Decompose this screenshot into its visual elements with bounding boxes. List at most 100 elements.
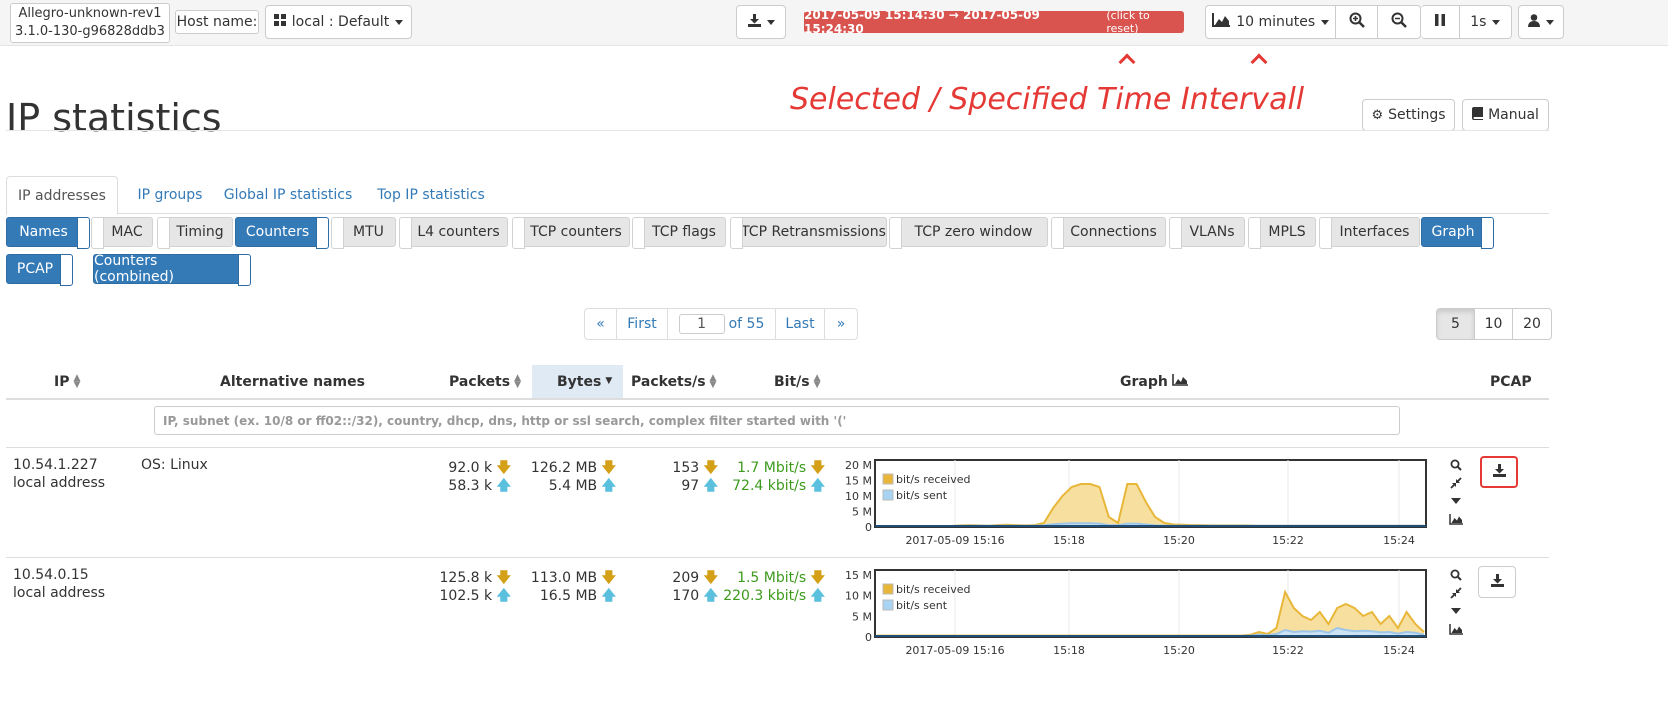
interval-select[interactable]: 10 minutes [1206, 6, 1337, 38]
area-chart-icon[interactable] [1448, 620, 1464, 638]
column-header-alt-names: Alternative names [220, 365, 365, 398]
device-info[interactable]: Allegro-unknown-rev1 3.1.0-130-g96828ddb… [10, 3, 170, 43]
ip-link[interactable]: 10.54.0.15 [13, 567, 89, 583]
sort-icon: ▲ ▼ [813, 372, 821, 390]
caret-down-icon[interactable] [1448, 602, 1464, 620]
header-divider [6, 398, 1549, 400]
arrow-up-icon: 🡅 [496, 588, 511, 604]
ip-filter-input[interactable]: IP, subnet (ex. 10/8 or ff02::/32), coun… [154, 406, 1400, 435]
ip-link[interactable]: 10.54.1.227 [13, 457, 98, 473]
toggle-timing[interactable]: Timing [157, 217, 233, 249]
toggle-vlans[interactable]: VLANs [1169, 217, 1245, 249]
toggle-interfaces[interactable]: Interfaces [1319, 217, 1420, 249]
caret-down-icon[interactable] [1448, 492, 1464, 510]
manual-label: Manual [1488, 107, 1539, 123]
toggle-pcap[interactable]: PCAP [6, 254, 73, 286]
user-menu-button[interactable] [1518, 5, 1564, 39]
area-chart-icon[interactable] [1448, 510, 1464, 528]
pcap-download-button[interactable] [1478, 566, 1516, 598]
arrow-down-icon: 🡇 [810, 460, 825, 476]
ip-subtitle-link[interactable]: local address [13, 585, 105, 601]
toggle-connections[interactable]: Connections [1051, 217, 1166, 249]
download-menu-button[interactable] [736, 5, 786, 39]
book-icon [1472, 106, 1484, 124]
sort-icon: ▲ ▼ [514, 372, 522, 390]
compress-icon[interactable] [1448, 584, 1464, 602]
interval-group: 10 minutes [1205, 5, 1421, 39]
pagination-prev[interactable]: « [585, 309, 617, 339]
legend-label-sent: bit/s sent [896, 489, 948, 502]
toggle-tcp-flags[interactable]: TCP flags [632, 217, 726, 249]
column-header-ip[interactable]: IP ▲ ▼ [54, 365, 80, 398]
column-header-packets-per-sec[interactable]: Packets/s ▲ ▼ [631, 365, 717, 398]
chart-y-tick-label: 10 M [845, 490, 872, 503]
zoom-in-icon [1349, 12, 1365, 32]
settings-button[interactable]: ⚙ Settings [1362, 99, 1455, 131]
toggle-tcp-counters[interactable]: TCP counters [512, 217, 630, 249]
sort-icon: ▲ ▼ [709, 372, 717, 390]
compress-icon[interactable] [1448, 474, 1464, 492]
traffic-chart[interactable]: 2017-05-09 15:16 15:18 15:20 15:22 15:24 20 M… [840, 458, 1430, 550]
column-header-bytes[interactable]: Bytes ▼ [532, 365, 623, 398]
column-header-pcap: PCAP [1490, 373, 1532, 390]
annotation-arrow-icon [1250, 53, 1268, 71]
zoom-in-button[interactable] [1336, 6, 1379, 38]
time-range-reset[interactable]: 2017-05-09 15:14:30 → 2017-05-09 15:24:3… [804, 8, 1184, 36]
toggle-counters[interactable]: Counters [235, 217, 329, 249]
packets-sent: 58.3 k 🡅 [448, 478, 511, 494]
pagination-next[interactable]: » [825, 309, 857, 339]
page-title: IP statistics [6, 96, 222, 140]
pagination-last[interactable]: Last [776, 309, 825, 339]
tab-global-ip-statistics[interactable]: Global IP statistics [218, 176, 358, 214]
host-select[interactable]: local : Default [265, 5, 412, 39]
download-icon [747, 13, 761, 31]
arrow-up-icon: 🡅 [703, 588, 718, 604]
tab-ip-groups[interactable]: IP groups [124, 176, 216, 214]
toggle-tcp-zero-window[interactable]: TCP zero window [889, 217, 1048, 249]
page-size-20[interactable]: 20 [1513, 309, 1551, 339]
search-icon[interactable] [1448, 456, 1464, 474]
toggle-l4-counters[interactable]: L4 counters [399, 217, 508, 249]
sort-icon: ▲ ▼ [73, 372, 81, 390]
top-toolbar: Allegro-unknown-rev1 3.1.0-130-g96828ddb… [0, 0, 1668, 46]
traffic-chart[interactable]: 2017-05-09 15:16 15:18 15:20 15:22 15:24 15 M… [840, 568, 1430, 660]
interval-value: 10 minutes [1236, 14, 1316, 30]
column-header-bits-per-sec[interactable]: Bit/s ▲ ▼ [774, 365, 821, 398]
column-header-packets[interactable]: Packets ▲ ▼ [449, 365, 521, 398]
refresh-group: 1s [1421, 5, 1512, 39]
tab-ip-addresses[interactable]: IP addresses [6, 176, 118, 215]
chevron-down-icon [1321, 19, 1330, 25]
refresh-rate-select[interactable]: 1s [1460, 6, 1511, 38]
zoom-out-button[interactable] [1378, 6, 1420, 38]
chart-y-tick-label: 5 M [852, 506, 872, 519]
arrow-down-icon: 🡇 [810, 570, 825, 586]
pagination-first[interactable]: First [617, 309, 668, 339]
page-number-input[interactable] [678, 314, 725, 334]
page-size-10[interactable]: 10 [1475, 309, 1513, 339]
toggle-names[interactable]: Names [6, 217, 90, 249]
arrow-down-icon: 🡇 [601, 460, 616, 476]
toggle-tcp-retransmissions[interactable]: TCP Retransmissions [730, 217, 887, 249]
pcap-download-button[interactable] [1480, 456, 1518, 488]
toggle-mtu[interactable]: MTU [331, 217, 396, 249]
area-chart-icon [1172, 373, 1188, 390]
arrow-up-icon: 🡅 [810, 478, 825, 494]
toggle-mpls[interactable]: MPLS [1248, 217, 1316, 249]
page-size-5[interactable]: 5 [1437, 309, 1475, 339]
search-icon[interactable] [1448, 566, 1464, 584]
column-header-pps-label: Packets/s [631, 373, 706, 390]
sort-desc-icon: ▼ [605, 376, 613, 386]
toggle-graph[interactable]: Graph [1421, 217, 1494, 249]
pause-button[interactable] [1421, 6, 1460, 38]
chart-x-tick-label: 15:22 [1272, 644, 1304, 657]
toggle-counters-combined[interactable]: Counters (combined) [93, 253, 251, 286]
ip-subtitle-link[interactable]: local address [13, 475, 105, 491]
pagination-current: of 55 [668, 309, 776, 339]
row-actions [1448, 456, 1464, 528]
legend-swatch-received [882, 583, 894, 595]
tab-bar: IP addresses IP groups Global IP statist… [6, 176, 1549, 215]
tab-top-ip-statistics[interactable]: Top IP statistics [368, 176, 494, 214]
manual-button[interactable]: Manual [1462, 99, 1549, 131]
toggle-mac[interactable]: MAC [91, 217, 153, 249]
user-icon [1528, 13, 1540, 31]
